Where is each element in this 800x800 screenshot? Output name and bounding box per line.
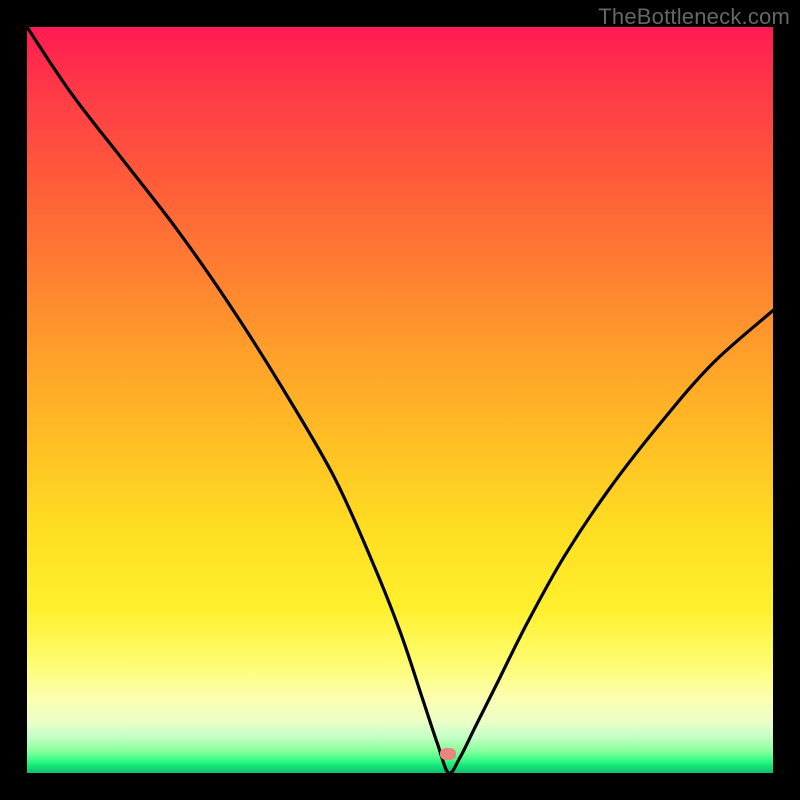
watermark-text: TheBottleneck.com [598, 4, 790, 30]
plot-area [27, 27, 773, 773]
bottleneck-marker [440, 748, 456, 760]
bottleneck-curve [27, 27, 773, 773]
chart-frame: TheBottleneck.com [0, 0, 800, 800]
